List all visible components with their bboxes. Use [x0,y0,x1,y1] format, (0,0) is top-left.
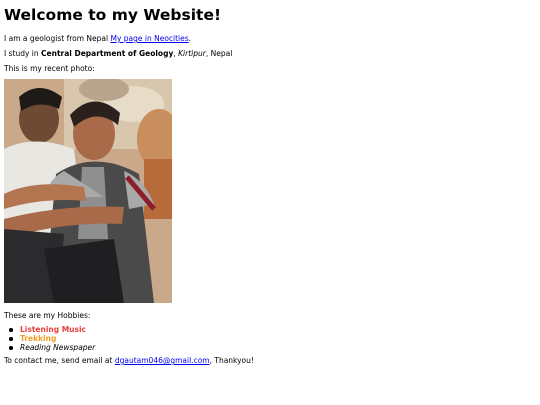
contact-line: To contact me, send email at dgautam046@… [4,357,254,365]
photo-caption: This is my recent photo: [4,64,95,73]
contact-prefix: To contact me, send email at [4,356,115,365]
study-line: I study in Central Department of Geology… [4,50,232,58]
page-title: Welcome to my Website! [4,6,222,24]
place-name: Kirtipur [178,49,206,58]
list-item: Trekking [9,334,95,344]
page: Welcome to my Website! I am a geologist … [0,0,540,405]
intro-line: I am a geologist from Nepal My page in N… [4,35,191,43]
hobby-label: Listening Music [20,325,86,334]
neocities-link[interactable]: My page in Neocities [110,34,188,43]
hobbies-heading: These are my Hobbies: [4,311,91,320]
hobbies-list: Listening Music Trekking Reading Newspap… [9,325,96,353]
study-suffix: , Nepal [205,49,233,58]
hobby-label: Reading Newspaper [20,343,96,353]
bullet-icon [9,337,13,341]
contact-suffix: , Thankyou! [209,356,254,365]
list-item: Listening Music [9,325,95,334]
email-link[interactable]: dgautam046@gmail.com [115,356,210,365]
photo-illustration [4,79,172,303]
intro-period: . [188,34,192,43]
list-item: Reading Newspaper [9,343,96,353]
study-prefix: I study in [4,49,42,58]
profile-photo [4,79,172,303]
department-name: Central Department of Geology [41,49,174,58]
intro-text: I am a geologist from Nepal [4,34,111,43]
hobby-label: Trekking [20,334,57,344]
bullet-icon [9,328,13,332]
bullet-icon [9,346,13,350]
